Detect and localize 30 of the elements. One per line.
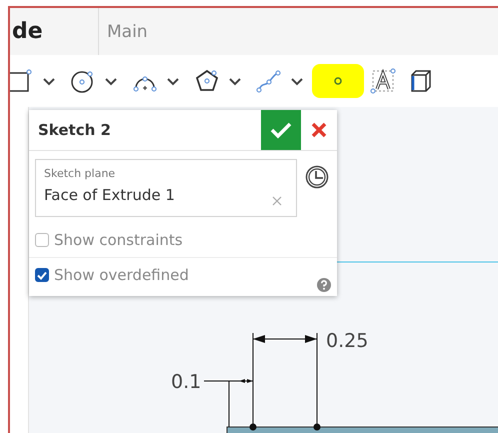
extension-line	[228, 380, 230, 428]
check-icon	[270, 121, 292, 139]
confirm-button[interactable]	[261, 110, 301, 150]
spline-tool-icon	[256, 68, 282, 94]
caret-icon[interactable]	[166, 76, 180, 86]
dimension-arrow	[252, 335, 318, 343]
sketch-point	[314, 424, 320, 430]
dimension-arrow	[204, 379, 254, 383]
dimension-label: 0.25	[326, 330, 368, 352]
text-tool-icon	[370, 68, 396, 94]
tab[interactable]: Main	[99, 8, 148, 55]
checkbox[interactable]	[35, 233, 49, 247]
option-label: Show constraints	[54, 231, 183, 249]
polygon-tool-icon	[194, 68, 220, 94]
clock-icon[interactable]	[305, 165, 329, 189]
caret-icon[interactable]	[42, 76, 56, 86]
caret-icon[interactable]	[228, 76, 242, 86]
option-label: Show overdefined	[54, 266, 189, 284]
sketch-plane-field[interactable]: Sketch plane Face of Extrude 1	[35, 159, 297, 217]
field-value: Face of Extrude 1	[44, 186, 175, 204]
caret-icon[interactable]	[104, 76, 118, 86]
field-label: Sketch plane	[44, 167, 116, 180]
help-icon[interactable]	[317, 278, 331, 292]
caret-icon[interactable]	[290, 76, 304, 86]
sketch-point	[250, 424, 256, 430]
checkbox[interactable]	[35, 268, 49, 282]
close-icon	[310, 121, 328, 139]
dimension-label: 0.1	[171, 371, 202, 393]
panel-title: Sketch 2	[37, 121, 112, 139]
option-checkbox[interactable]: Show constraints	[29, 223, 337, 257]
